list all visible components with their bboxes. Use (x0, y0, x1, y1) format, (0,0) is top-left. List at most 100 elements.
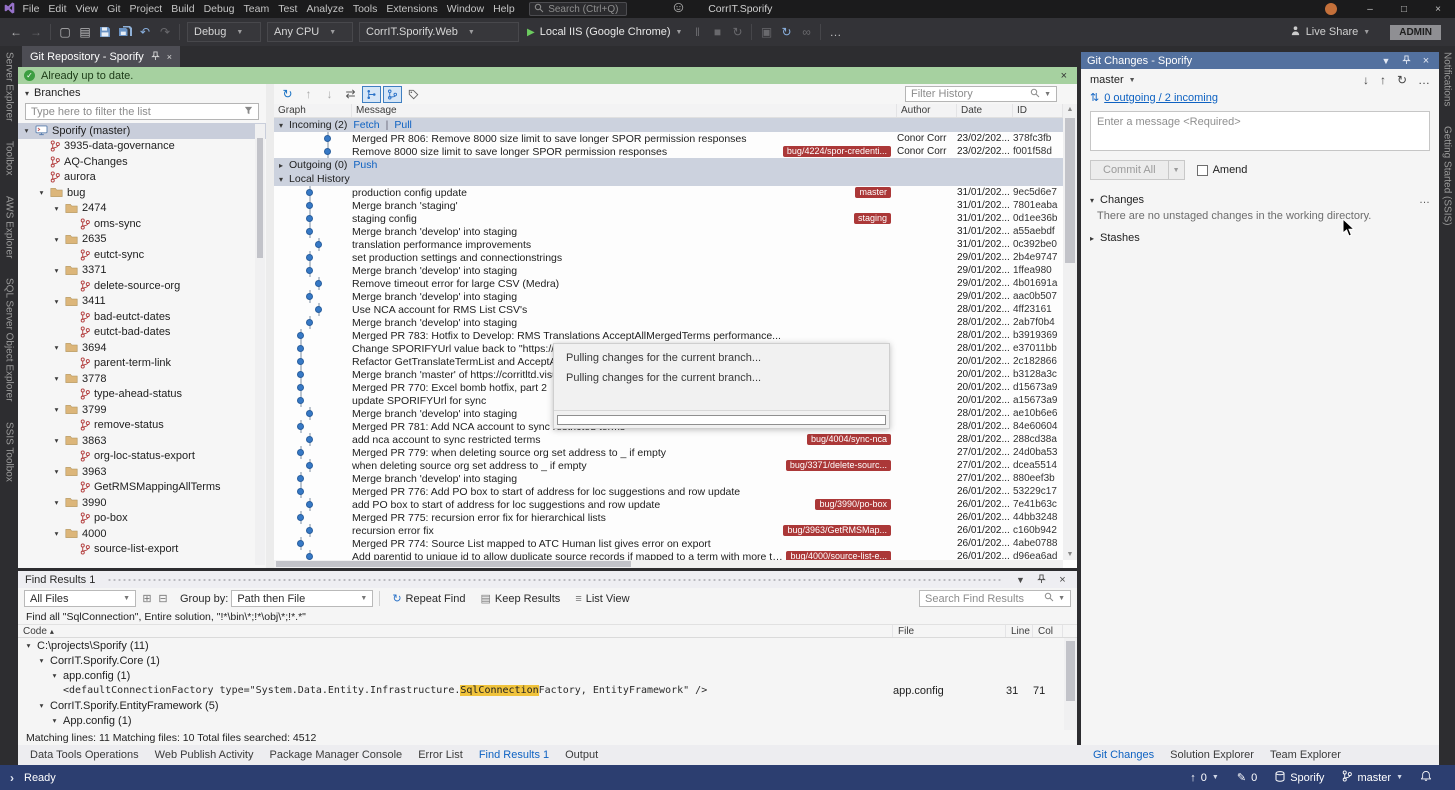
startup-project-dropdown[interactable]: CorrIT.Sporify.Web▼ (359, 22, 519, 42)
branch-item-3371[interactable]: ▾3371 (18, 263, 266, 279)
user-avatar[interactable] (1325, 3, 1337, 15)
menu-team[interactable]: Team (239, 3, 274, 15)
pin-icon[interactable] (151, 51, 160, 63)
menu-debug[interactable]: Debug (199, 3, 239, 15)
column-header-graph[interactable]: Graph (274, 104, 352, 117)
panel-tab-solution-explorer[interactable]: Solution Explorer (1162, 745, 1262, 765)
show-tags-icon[interactable] (404, 86, 423, 103)
branch-item-parent-term-link[interactable]: parent-term-link (18, 356, 266, 372)
expander-icon[interactable]: ▾ (22, 126, 31, 135)
expand-all-icon[interactable]: ⊞ (139, 592, 155, 605)
window-position-icon[interactable]: ▼ (1379, 56, 1393, 66)
files-filter-dropdown[interactable]: All Files ▼ (24, 590, 136, 607)
commit-row-7e41b63c[interactable]: add PO box to start of address for loc s… (274, 498, 1063, 511)
branch-item-delete-source-org[interactable]: delete-source-org (18, 278, 266, 294)
git-changes-header[interactable]: Git Changes - Sporify ▼ × (1081, 52, 1439, 69)
browser-link-icon[interactable]: ∞ (796, 22, 816, 42)
tool-strip-aws-explorer[interactable]: AWS Explorer (4, 196, 15, 258)
branch-item-2635[interactable]: ▾2635 (18, 232, 266, 248)
menu-git[interactable]: Git (103, 3, 125, 15)
branch-item-po-box[interactable]: po-box (18, 511, 266, 527)
branch-item-source-list-export[interactable]: source-list-export (18, 542, 266, 558)
expander-icon[interactable]: ▾ (50, 671, 59, 680)
push-commits-button[interactable]: ↑ 0 ▼ (1190, 772, 1219, 784)
save-all-icon[interactable] (115, 22, 135, 42)
refresh-history-icon[interactable]: ↻ (278, 86, 297, 103)
commit-all-button[interactable]: Commit All ▼ (1090, 160, 1185, 180)
find-result-row-2[interactable]: ▾app.config (1) (18, 668, 1063, 683)
expander-icon[interactable]: ▸ (279, 161, 283, 170)
find-results-title-bar[interactable]: Find Results 1 ▼ × (18, 571, 1077, 588)
branch-item-3963[interactable]: ▾3963 (18, 464, 266, 480)
expander-icon[interactable]: ▾ (52, 436, 61, 445)
commit-row-0d1ee36b[interactable]: staging configstaging31/01/202...0d1ee36… (274, 212, 1063, 225)
group-by-dropdown[interactable]: Path then File ▼ (231, 590, 373, 607)
expander-icon[interactable]: ▾ (50, 716, 59, 725)
menu-tools[interactable]: Tools (348, 3, 382, 15)
link-push[interactable]: Push (353, 159, 377, 171)
stop-icon[interactable]: ■ (707, 22, 727, 42)
expander-icon[interactable]: ▾ (37, 701, 46, 710)
menu-build[interactable]: Build (167, 3, 199, 15)
branch-item-getrmsmappingallterms[interactable]: GetRMSMappingAllTerms (18, 480, 266, 496)
open-folder-icon[interactable]: ▤ (75, 22, 95, 42)
expander-icon[interactable]: ▾ (52, 297, 61, 306)
commit-row-378fc3fb[interactable]: Merged PR 806: Remove 8000 size limit to… (274, 132, 1063, 145)
panel-tab-team-explorer[interactable]: Team Explorer (1262, 745, 1349, 765)
menu-analyze[interactable]: Analyze (302, 3, 348, 15)
close-icon[interactable]: × (1419, 55, 1433, 67)
new-item-icon[interactable]: ▢ (55, 22, 75, 42)
find-result-row-4[interactable]: ▾CorrIT.Sporify.EntityFramework (5) (18, 698, 1063, 713)
expander-icon[interactable]: ▾ (52, 405, 61, 414)
expander-icon[interactable]: ▾ (279, 121, 283, 130)
changes-section-header[interactable]: ▾ Changes … (1081, 190, 1439, 210)
branch-item-3935-data-governance[interactable]: 3935-data-governance (18, 139, 266, 155)
repository-picker[interactable]: Sporify (1275, 771, 1324, 785)
column-header-message[interactable]: Message (352, 104, 897, 117)
commit-row-4abe0788[interactable]: Merged PR 774: Source List mapped to ATC… (274, 537, 1063, 550)
amend-checkbox[interactable] (1197, 165, 1208, 176)
commit-row-288cd38a[interactable]: add nca account to sync restricted terms… (274, 433, 1063, 446)
branch-item-org-loc-status-export[interactable]: org-loc-status-export (18, 449, 266, 465)
commit-row-1ffea980[interactable]: Merge branch 'develop' into staging29/01… (274, 264, 1063, 277)
sync-status-link[interactable]: 0 outgoing / 2 incoming (1104, 92, 1218, 104)
expander-icon[interactable]: ▾ (24, 641, 33, 650)
commit-row-c160b942[interactable]: recursion error fixbug/3963/GetRMSMap...… (274, 524, 1063, 537)
commit-row-0c392be0[interactable]: translation performance improvements31/0… (274, 238, 1063, 251)
menu-extensions[interactable]: Extensions (382, 3, 442, 15)
find-result-row-1[interactable]: ▾CorrIT.Sporify.Core (1) (18, 653, 1063, 668)
notifications-bell-icon[interactable] (1421, 770, 1431, 785)
expander-icon[interactable]: ▾ (37, 188, 46, 197)
column-header-date[interactable]: Date (957, 104, 1013, 117)
branches-header[interactable]: ▾ Branches (18, 84, 266, 102)
branch-item-3990[interactable]: ▾3990 (18, 495, 266, 511)
commit-row-a55aebdf[interactable]: Merge branch 'develop' into staging31/01… (274, 225, 1063, 238)
expander-icon[interactable]: ▾ (52, 498, 61, 507)
commit-row-44bb3248[interactable]: Merged PR 775: recursion error fix for h… (274, 511, 1063, 524)
column-header-code[interactable]: Code▴ (18, 625, 893, 637)
chevron-down-icon[interactable]: ▼ (1168, 161, 1184, 179)
tool-strip-notifications[interactable]: Notifications (1442, 52, 1453, 106)
window-minimize-button[interactable]: – (1353, 0, 1387, 18)
commit-row-24d0ba53[interactable]: Merged PR 779: when deleting source org … (274, 446, 1063, 459)
menu-project[interactable]: Project (125, 3, 167, 15)
save-icon[interactable] (95, 22, 115, 42)
pane-splitter[interactable] (266, 84, 274, 568)
commit-row-aac0b507[interactable]: Merge branch 'develop' into staging29/01… (274, 290, 1063, 303)
menu-test[interactable]: Test (274, 3, 302, 15)
quick-search-box[interactable]: Search (Ctrl+Q) (529, 2, 627, 16)
drag-handle[interactable] (107, 577, 1001, 582)
branch-item-3694[interactable]: ▾3694 (18, 340, 266, 356)
live-share-button[interactable]: Live Share ▼ (1290, 25, 1371, 39)
amend-option[interactable]: Amend (1197, 164, 1248, 176)
scrollbar-thumb[interactable] (257, 138, 263, 258)
branch-item-3799[interactable]: ▾3799 (18, 402, 266, 418)
more-tools-icon[interactable]: … (825, 22, 845, 42)
configuration-dropdown[interactable]: Debug▼ (187, 22, 261, 42)
more-actions-icon[interactable]: … (1419, 194, 1430, 206)
find-result-row-3[interactable]: <defaultConnectionFactory type="System.D… (18, 683, 1063, 698)
branch-item-bad-eutct-dates[interactable]: bad-eutct-dates (18, 309, 266, 325)
history-horizontal-scrollbar[interactable] (274, 560, 1063, 568)
panel-tab-data-tools-operations[interactable]: Data Tools Operations (22, 745, 147, 765)
expander-icon[interactable]: ▾ (52, 266, 61, 275)
